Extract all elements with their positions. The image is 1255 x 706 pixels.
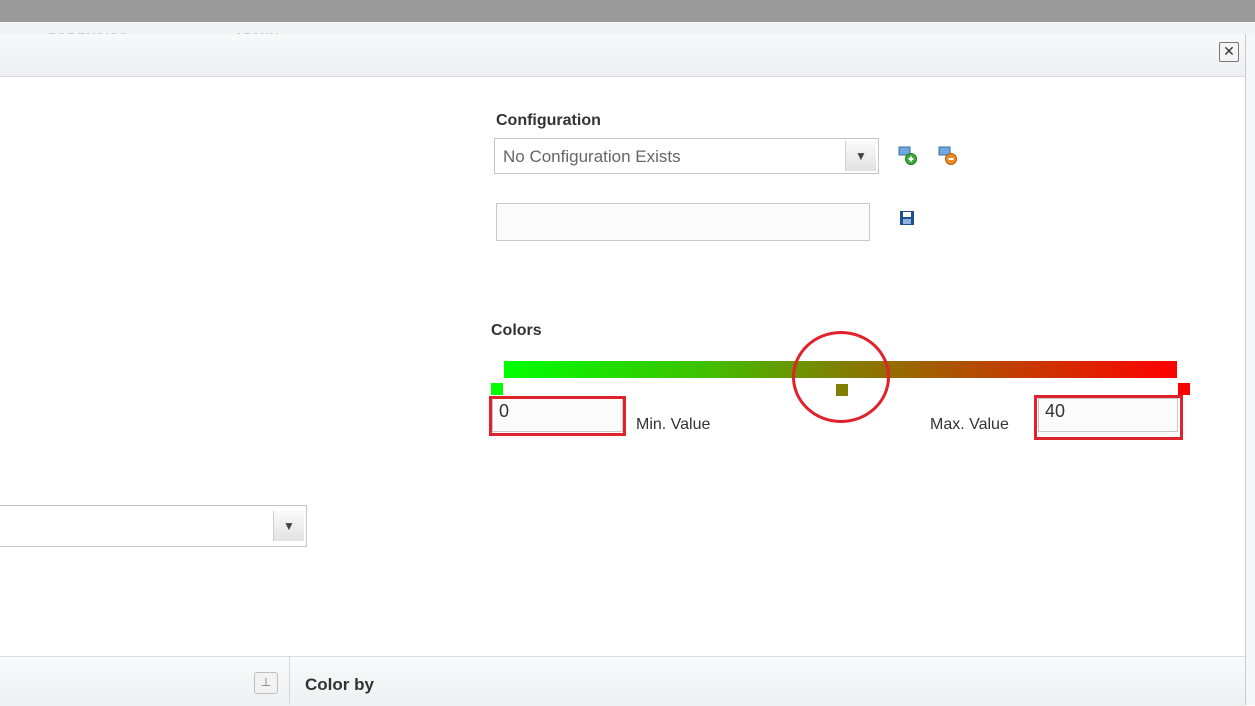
configuration-select[interactable]: No Configuration Exists ▼ (494, 138, 879, 174)
max-color-marker[interactable] (1178, 383, 1190, 395)
color-by-select[interactable]: ▼ (0, 505, 307, 547)
configuration-name-input[interactable] (496, 203, 870, 241)
chevron-down-icon[interactable]: ▼ (845, 141, 876, 171)
window-edge (1246, 34, 1255, 705)
min-color-marker[interactable] (491, 383, 503, 395)
annotation-box-min (489, 396, 626, 436)
min-value-label: Min. Value (636, 416, 711, 433)
dialog-header: ✕ (0, 34, 1245, 77)
pin-icon[interactable]: ⊥ (254, 672, 278, 694)
remove-configuration-icon[interactable] (938, 146, 958, 166)
top-app-bar (0, 0, 1255, 22)
close-button[interactable]: ✕ (1219, 42, 1239, 62)
add-configuration-icon[interactable] (898, 146, 918, 166)
annotation-box-max (1034, 395, 1183, 440)
save-icon[interactable] (899, 210, 915, 226)
chevron-down-icon[interactable]: ▼ (273, 511, 304, 541)
dialog-footer (0, 656, 1245, 706)
annotation-circle (792, 331, 890, 423)
configuration-select-value: No Configuration Exists (503, 147, 681, 166)
max-value-label: Max. Value (930, 416, 1009, 433)
color-by-label: Color by (305, 675, 374, 694)
colors-title: Colors (491, 322, 542, 339)
configuration-title: Configuration (496, 112, 601, 129)
footer-divider (289, 656, 290, 705)
